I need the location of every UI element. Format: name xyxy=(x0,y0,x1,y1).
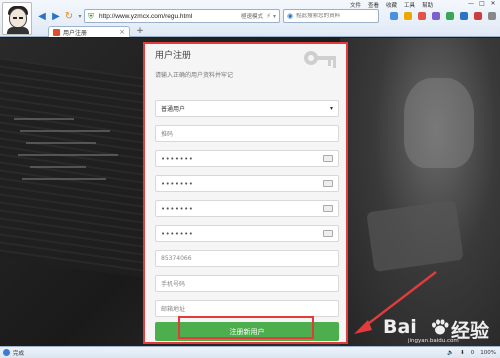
highlight-box xyxy=(178,316,314,339)
extension-icon[interactable] xyxy=(432,12,440,20)
window-controls: — □ ✕ xyxy=(466,0,498,7)
watermark-url: jingyan.baidu.com xyxy=(408,338,459,344)
zoom-level[interactable]: 100% xyxy=(480,350,496,356)
search-bar[interactable]: ◉ xyxy=(283,9,379,23)
paw-icon xyxy=(432,319,449,335)
background-image xyxy=(26,142,96,144)
menu-item-view[interactable]: 查看 xyxy=(368,1,379,9)
baidu-jingyan-watermark: Bai 经验 jingyan.baidu.com xyxy=(383,316,498,346)
back-icon[interactable]: ◀ xyxy=(36,10,48,22)
security-icon[interactable] xyxy=(474,12,482,20)
maximize-icon[interactable]: □ xyxy=(477,0,487,7)
avatar-eye xyxy=(13,17,17,19)
account-type-select[interactable]: 普通用户 ▾ xyxy=(155,100,339,117)
address-bar[interactable]: ⛨ http://www.yzmcx.com/regu.html 極速模式 ⚡ … xyxy=(84,9,280,23)
user-avatar[interactable] xyxy=(2,2,32,35)
password-mask: ••••••• xyxy=(161,154,194,163)
speaker-icon[interactable]: 🔈 xyxy=(447,350,454,356)
password-mask: ••••••• xyxy=(161,229,194,238)
mail-icon[interactable] xyxy=(418,12,426,20)
status-bar: 完成 🔈 ⬇ 0 100% xyxy=(0,346,500,358)
browser-toolbar: ◀ ▶ ↻ ▾ ⛨ http://www.yzmcx.com/regu.html… xyxy=(0,0,500,37)
chevron-down-icon[interactable]: ▾ xyxy=(273,13,276,20)
menu-bar: 文件 查看 收藏 工具 幫助 xyxy=(350,1,433,9)
sync-icon[interactable] xyxy=(390,12,398,20)
confirm-password-field[interactable]: ••••••• xyxy=(155,175,339,192)
notification-badge[interactable]: 0 xyxy=(471,350,475,356)
close-icon[interactable]: × xyxy=(119,28,125,36)
url-text[interactable]: http://www.yzmcx.com/regu.html xyxy=(99,13,241,20)
close-icon[interactable]: ✕ xyxy=(488,0,498,7)
minimize-icon[interactable]: — xyxy=(466,0,476,7)
more-icon[interactable] xyxy=(488,12,496,20)
screenshot-icon[interactable] xyxy=(460,12,468,20)
avatar-eye xyxy=(19,17,23,19)
lightning-icon[interactable]: ⚡ xyxy=(266,12,271,20)
forward-icon[interactable]: ▶ xyxy=(50,10,62,22)
password-mask: ••••••• xyxy=(161,204,194,213)
account-type-value: 普通用户 xyxy=(161,106,186,113)
background-image xyxy=(20,130,110,132)
menu-item-favorites[interactable]: 收藏 xyxy=(386,1,397,9)
email-field[interactable]: 邮箱地址 xyxy=(155,300,339,317)
tab-register[interactable]: 用户注册 × xyxy=(48,26,130,37)
key-icon xyxy=(304,51,336,68)
star-icon[interactable] xyxy=(404,12,412,20)
chevron-down-icon: ▾ xyxy=(329,105,333,112)
menu-item-help[interactable]: 幫助 xyxy=(422,1,433,9)
background-image xyxy=(404,78,474,168)
search-input[interactable] xyxy=(296,13,377,19)
status-tools: 🔈 ⬇ 0 100% xyxy=(447,350,500,356)
invite-code-field[interactable]: 推码 xyxy=(155,125,339,142)
keyboard-icon[interactable] xyxy=(323,180,333,187)
browser-mode-label[interactable]: 極速模式 xyxy=(241,12,263,20)
globe-icon xyxy=(3,349,10,356)
register-form: 用户注册 请输入正确的用户资料并牢记 普通用户 ▾ 推码 ••••••• •••… xyxy=(143,42,348,344)
background-image xyxy=(18,154,118,156)
status-text: 完成 xyxy=(13,350,25,357)
background-image xyxy=(30,166,86,168)
email-placeholder: 邮箱地址 xyxy=(161,306,186,313)
toolbar-icons xyxy=(390,12,496,20)
phone-number-placeholder: 手机号码 xyxy=(161,281,186,288)
qq-number-field[interactable]: 85374066 xyxy=(155,250,339,267)
form-title: 用户注册 xyxy=(155,51,192,61)
shield-icon: ⛨ xyxy=(88,11,94,21)
password-field[interactable]: ••••••• xyxy=(155,150,339,167)
security-password-field[interactable]: ••••••• xyxy=(155,200,339,217)
background-image xyxy=(0,57,150,279)
invite-code-placeholder: 推码 xyxy=(161,131,174,138)
menu-item-tools[interactable]: 工具 xyxy=(404,1,415,9)
avatar-body xyxy=(7,27,29,34)
background-image xyxy=(366,200,464,272)
qq-number-value: 85374066 xyxy=(161,255,192,262)
background-image xyxy=(22,178,106,180)
new-tab-button[interactable]: + xyxy=(134,26,146,37)
tab-title: 用户注册 xyxy=(63,29,88,37)
download-status-icon[interactable]: ⬇ xyxy=(460,350,465,356)
keyboard-icon[interactable] xyxy=(323,230,333,237)
form-subtitle: 请输入正确的用户资料并牢记 xyxy=(155,72,234,79)
download-icon[interactable] xyxy=(446,12,454,20)
phone-number-field[interactable]: 手机号码 xyxy=(155,275,339,292)
watermark-brand-left: Bai xyxy=(383,316,417,338)
search-engine-icon[interactable]: ◉ xyxy=(287,12,293,20)
confirm-security-password-field[interactable]: ••••••• xyxy=(155,225,339,242)
favicon-icon xyxy=(53,28,60,36)
password-mask: ••••••• xyxy=(161,179,194,188)
keyboard-icon[interactable] xyxy=(323,155,333,162)
keyboard-icon[interactable] xyxy=(323,205,333,212)
menu-item-file[interactable]: 文件 xyxy=(350,1,361,9)
avatar-face xyxy=(9,8,27,28)
background-image xyxy=(14,118,74,120)
